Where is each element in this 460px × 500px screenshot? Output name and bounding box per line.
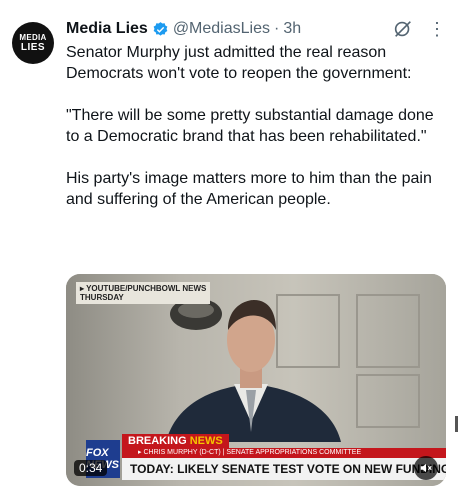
tweet-text: Senator Murphy just admitted the real re…: [66, 42, 446, 210]
separator-dot: ·: [273, 20, 280, 37]
tweet-paragraph: "There will be some pretty substantial d…: [66, 107, 434, 145]
display-name[interactable]: Media Lies: [66, 20, 148, 38]
source-line: THURSDAY: [80, 293, 124, 302]
avatar[interactable]: MEDIA LIES: [12, 22, 54, 64]
video-player[interactable]: ▸ YOUTUBE/PUNCHBOWL NEWS THURSDAY FOX NE…: [66, 274, 446, 486]
breaking-label: BREAKING: [128, 435, 187, 447]
mute-button[interactable]: [414, 456, 438, 480]
verified-badge-icon: [153, 21, 168, 36]
speaker-muted-icon: [420, 463, 432, 473]
tweet-paragraph: His party's image matters more to him th…: [66, 170, 432, 208]
lower-third-headline: TODAY: LIKELY SENATE TEST VOTE ON NEW FU…: [122, 458, 446, 480]
grok-icon[interactable]: [392, 18, 414, 40]
lower-third-name: ▸ CHRIS MURPHY (D-CT) | SENATE APPROPRIA…: [122, 448, 446, 458]
more-icon[interactable]: ⋮: [428, 20, 446, 38]
news-label: NEWS: [189, 435, 223, 447]
scrollbar-thumb[interactable]: [455, 416, 458, 432]
source-line: ▸ YOUTUBE/PUNCHBOWL NEWS: [80, 284, 207, 293]
handle[interactable]: @MediasLies: [173, 20, 270, 38]
breaking-news-banner: BREAKING NEWS: [122, 434, 229, 449]
avatar-text-lies: LIES: [20, 42, 46, 53]
timestamp[interactable]: 3h: [283, 20, 301, 38]
video-duration: 0:34: [74, 460, 108, 476]
speaker-figure: [166, 300, 341, 442]
video-source-label: ▸ YOUTUBE/PUNCHBOWL NEWS THURSDAY: [76, 282, 211, 304]
tweet-paragraph: Senator Murphy just admitted the real re…: [66, 44, 412, 82]
